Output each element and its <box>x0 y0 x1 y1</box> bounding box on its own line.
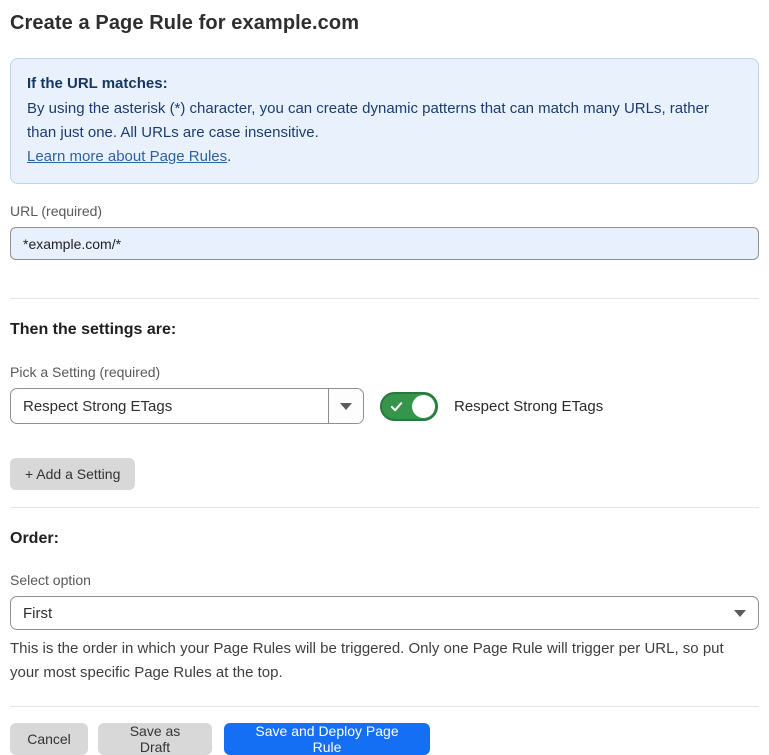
order-select[interactable]: First <box>10 596 759 630</box>
settings-section-heading: Then the settings are: <box>10 321 759 339</box>
setting-select[interactable]: Respect Strong ETags <box>10 388 364 424</box>
link-suffix: . <box>227 148 231 165</box>
add-setting-button[interactable]: + Add a Setting <box>10 458 135 490</box>
order-select-label: Select option <box>10 572 759 588</box>
url-input[interactable] <box>10 227 759 260</box>
setting-select-arrow-button[interactable] <box>328 389 363 423</box>
section-divider <box>10 298 759 299</box>
section-divider <box>10 507 759 508</box>
setting-row: Respect Strong ETags Respect Strong ETag… <box>10 388 759 424</box>
footer-actions: Cancel Save as Draft Save and Deploy Pag… <box>10 723 759 755</box>
pick-setting-label: Pick a Setting (required) <box>10 364 759 380</box>
info-box-link-line: Learn more about Page Rules. <box>27 145 742 169</box>
info-box-body: By using the asterisk (*) character, you… <box>27 97 727 145</box>
url-field-label: URL (required) <box>10 203 759 219</box>
toggle-label: Respect Strong ETags <box>454 398 603 415</box>
save-and-deploy-button[interactable]: Save and Deploy Page Rule <box>224 723 430 755</box>
cancel-button[interactable]: Cancel <box>10 723 88 755</box>
setting-toggle[interactable] <box>380 392 438 421</box>
check-icon <box>390 400 403 413</box>
save-as-draft-button[interactable]: Save as Draft <box>98 723 212 755</box>
order-help-text: This is the order in which your Page Rul… <box>10 637 755 685</box>
learn-more-link[interactable]: Learn more about Page Rules <box>27 148 227 165</box>
order-select-arrow <box>722 597 758 629</box>
footer-divider <box>10 706 759 707</box>
url-match-info-box: If the URL matches: By using the asteris… <box>10 58 759 184</box>
chevron-down-icon <box>734 610 746 617</box>
order-section-heading: Order: <box>10 530 759 548</box>
page-title: Create a Page Rule for example.com <box>10 12 759 35</box>
order-select-value: First <box>11 597 722 629</box>
info-box-heading: If the URL matches: <box>27 72 742 96</box>
toggle-knob <box>412 395 435 418</box>
chevron-down-icon <box>340 403 352 410</box>
setting-select-value: Respect Strong ETags <box>11 389 328 423</box>
page-rule-form: Create a Page Rule for example.com If th… <box>0 0 769 755</box>
